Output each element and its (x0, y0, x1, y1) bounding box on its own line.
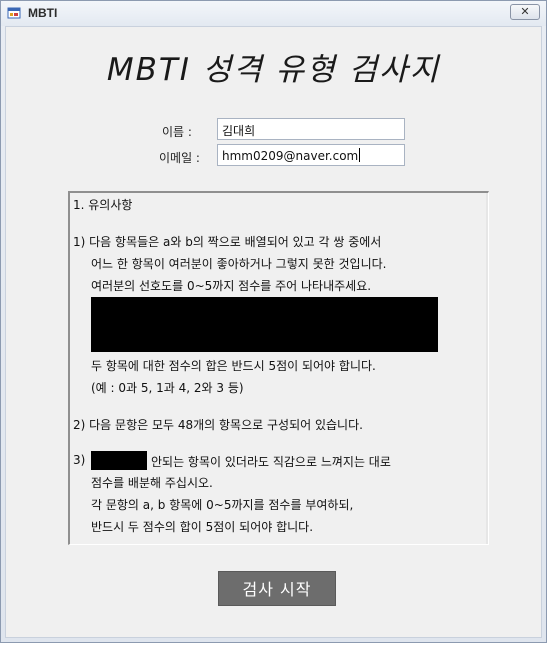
start-test-button[interactable]: 검사 시작 (218, 571, 336, 606)
name-input-value: 김대희 (222, 124, 256, 138)
close-icon: ✕ (520, 6, 530, 18)
text-caret (359, 148, 361, 162)
email-input-value: hmm0209@naver.com (222, 149, 359, 163)
note-3-line-2: 점수를 배분해 주십시오. (91, 476, 213, 490)
note-1-line-1: 1) 다음 항목들은 a와 b의 짝으로 배열되어 있고 각 쌍 중에서 (73, 235, 382, 249)
email-label: 이메일 : (159, 151, 200, 165)
note-1-line-4: 두 항목에 대한 점수의 합은 반드시 5점이 되어야 합니다. (91, 359, 376, 373)
title-bar[interactable]: MBTI ✕ (1, 1, 546, 26)
name-input[interactable]: 김대희 (217, 118, 405, 140)
name-label: 이름 : (162, 125, 192, 139)
close-button[interactable]: ✕ (510, 4, 540, 20)
note-1-line-5: (예 : 0과 5, 1과 4, 2와 3 등) (91, 381, 244, 395)
panel-edge (486, 193, 488, 544)
email-input[interactable]: hmm0209@naver.com (217, 144, 405, 166)
form-client-area: MBTI 성격 유형 검사지 이름 : 김대희 이메일 : hmm0209@na… (5, 26, 542, 638)
note-3-line-3: 각 문항의 a, b 항목에 0~5까지를 점수를 부여하되, (91, 498, 354, 512)
note-3-line-1: 안되는 항목이 있더라도 직감으로 느껴지는 대로 (151, 455, 391, 469)
note-2: 2) 다음 문항은 모두 48개의 항목으로 구성되어 있습니다. (73, 418, 363, 432)
redacted-block (91, 297, 438, 352)
notes-heading: 1. 유의사항 (73, 198, 133, 212)
redacted-word (91, 451, 147, 470)
app-window-icon (7, 7, 21, 19)
window-title: MBTI (28, 6, 58, 20)
note-1-line-3: 여러분의 선호도를 0~5까지 점수를 주어 나타내주세요. (91, 279, 372, 293)
mbti-window: MBTI ✕ MBTI 성격 유형 검사지 이름 : 김대희 이메일 : hmm… (0, 0, 547, 643)
page-title: MBTI 성격 유형 검사지 (106, 52, 441, 88)
note-1-line-2: 어느 한 항목이 여러분이 좋아하거나 그렇지 못한 것입니다. (91, 257, 387, 271)
note-3-prefix: 3) (73, 453, 86, 467)
note-3-line-4: 반드시 두 점수의 합이 5점이 되어야 합니다. (91, 520, 314, 534)
instructions-panel[interactable]: 1. 유의사항 1) 다음 항목들은 a와 b의 짝으로 배열되어 있고 각 쌍… (68, 191, 489, 545)
